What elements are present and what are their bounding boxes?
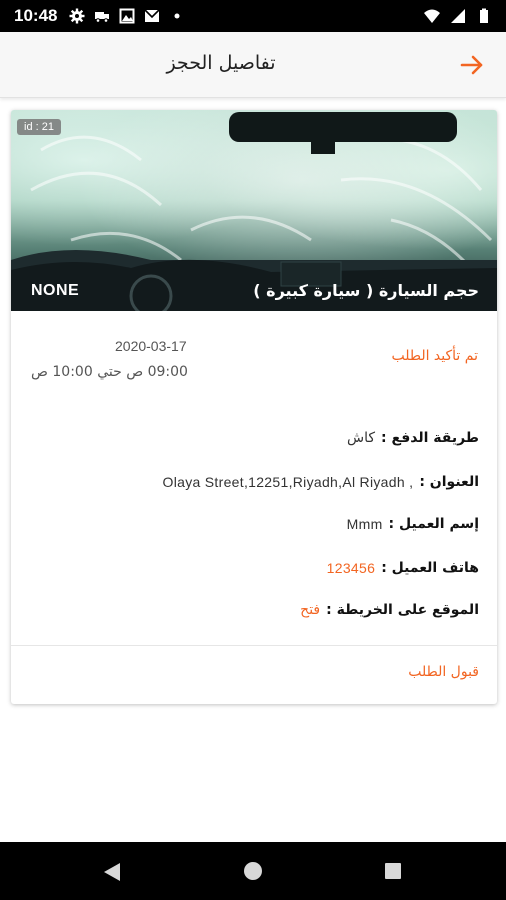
customer-name-label: إسم العميل : — [388, 516, 479, 532]
accept-order-button[interactable]: قبول الطلب — [408, 664, 479, 680]
mail-icon — [144, 9, 161, 22]
booking-date: 2020-03-17 — [115, 338, 187, 354]
booking-card: id : 21 NONE حجم السيارة ( سيارة كبيرة )… — [11, 110, 497, 704]
signal-icon — [451, 9, 465, 23]
payment-method-label: طريقة الدفع : — [381, 430, 479, 446]
customer-phone-row: هاتف العميل : 123456 — [327, 560, 479, 576]
booking-id-badge: id : 21 — [17, 119, 61, 135]
customer-phone-link[interactable]: 123456 — [327, 560, 376, 576]
map-location-label: الموقع على الخريطة : — [326, 602, 479, 618]
status-time: 10:48 — [14, 6, 58, 25]
open-map-link[interactable]: فتح — [300, 602, 320, 618]
app-bar: تفاصيل الحجز — [0, 32, 506, 98]
customer-phone-label: هاتف العميل : — [381, 560, 479, 576]
status-badge: تم تأكيد الطلب — [391, 348, 478, 364]
car-size-label: حجم السيارة ( سيارة كبيرة ) — [253, 281, 479, 300]
notification-icons — [69, 8, 185, 24]
gear-icon — [69, 8, 85, 24]
hero-none-label: NONE — [31, 282, 80, 299]
map-location-row: الموقع على الخريطة : فتح — [300, 602, 479, 618]
battery-icon — [480, 8, 488, 23]
nav-home-icon[interactable] — [244, 862, 262, 880]
address-value: Olaya Street,12251,Riyadh,Al Riyadh , — [162, 474, 414, 490]
system-nav-bar — [0, 842, 506, 900]
status-bar: 10:48 — [0, 0, 506, 32]
image-icon — [119, 8, 135, 24]
booking-time-range: 09:00 ص حتي 10:00 ص — [31, 364, 188, 380]
system-icons — [424, 8, 492, 24]
truck-icon — [95, 12, 110, 23]
payment-method-row: طريقة الدفع : كاش — [347, 430, 479, 446]
car-wash-image: id : 21 NONE حجم السيارة ( سيارة كبيرة ) — [11, 110, 497, 311]
address-label: العنوان : — [419, 474, 479, 490]
dot-icon — [174, 13, 180, 19]
customer-name-value: Mmm — [346, 516, 383, 532]
arrow-right-icon[interactable] — [458, 51, 486, 79]
page-title: تفاصيل الحجز — [166, 52, 276, 74]
wifi-icon — [424, 9, 440, 23]
address-row: العنوان : Olaya Street,12251,Riyadh,Al R… — [163, 474, 479, 490]
nav-back-icon[interactable] — [103, 862, 121, 882]
divider — [11, 645, 497, 646]
payment-method-value: كاش — [347, 430, 376, 446]
customer-name-row: إسم العميل : Mmm — [347, 516, 479, 532]
nav-recents-icon[interactable] — [385, 863, 401, 879]
